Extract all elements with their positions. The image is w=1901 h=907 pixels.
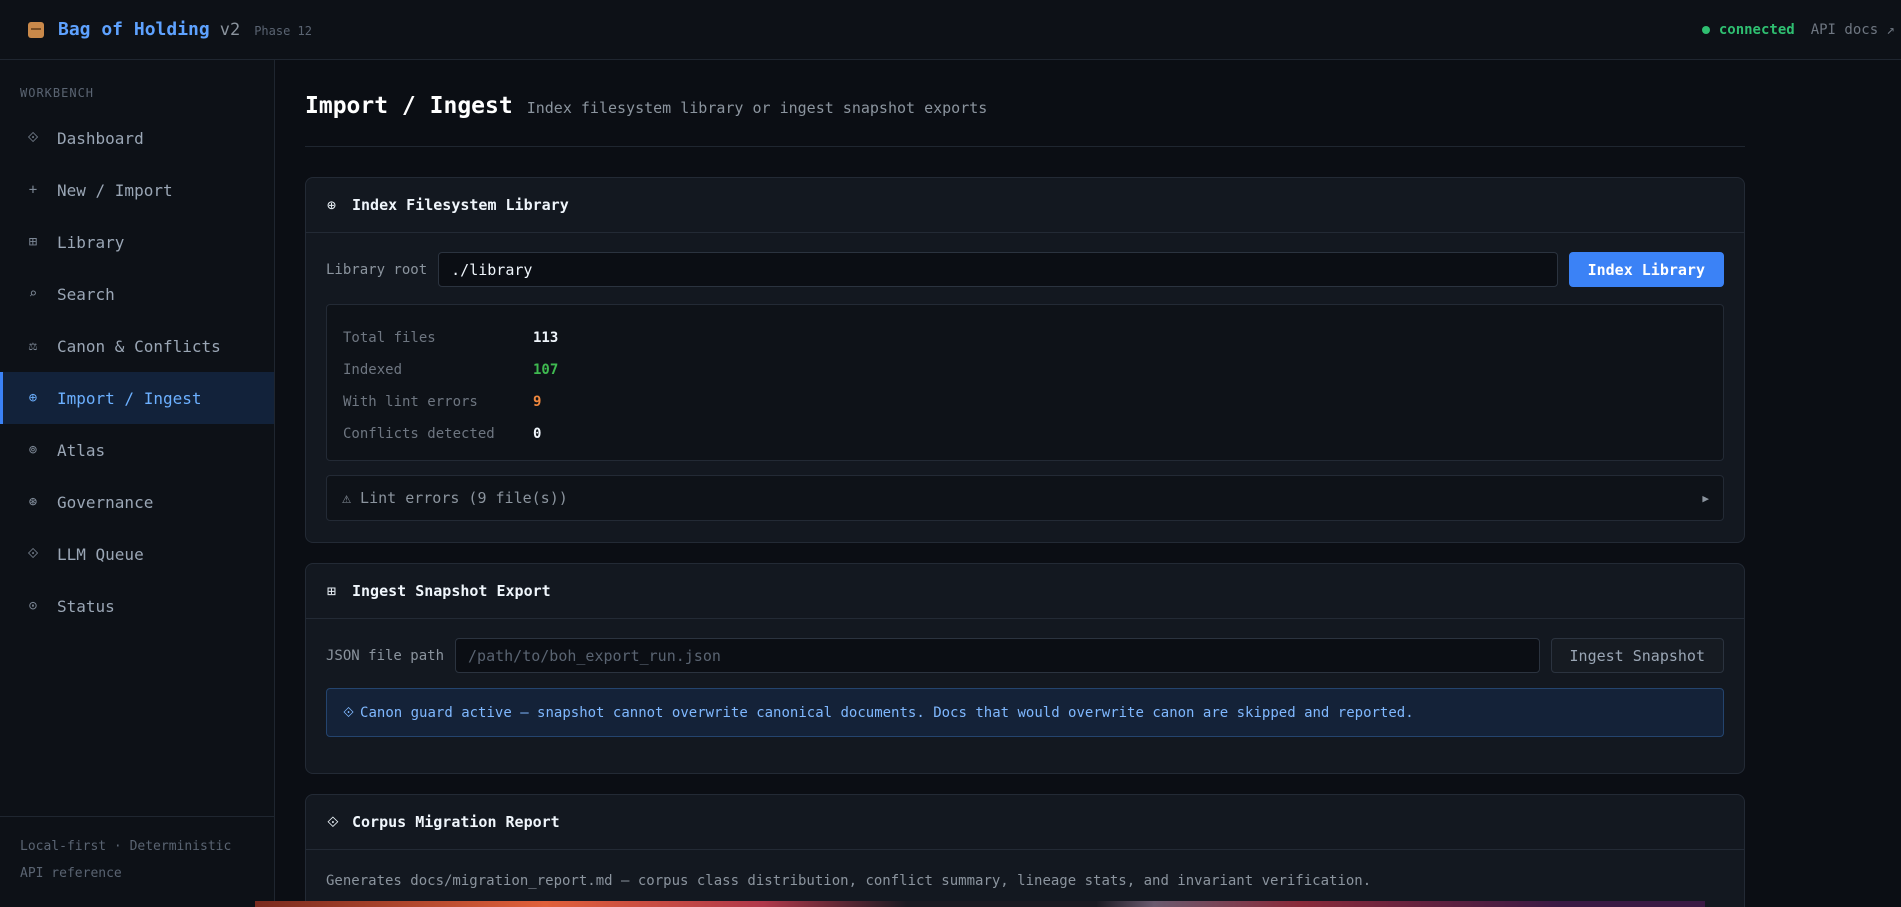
- sidebar-item-label: LLM Queue: [57, 544, 144, 564]
- status-dot-icon: [1701, 26, 1710, 34]
- index-library-card: ⊕ Index Filesystem Library Library root …: [305, 177, 1745, 543]
- sidebar-item-label: Atlas: [57, 440, 106, 460]
- stat-value: 9: [533, 394, 542, 410]
- package-icon: [28, 21, 44, 38]
- status-icon: ⊙: [28, 598, 38, 614]
- diamond-icon: ⟐: [27, 130, 39, 146]
- sidebar-item-canon-conflicts[interactable]: ⚖ Canon & Conflicts: [0, 320, 274, 372]
- stat-label: Total files: [343, 330, 436, 346]
- background-image-strip: [255, 901, 1705, 907]
- sidebar-item-label: Status: [57, 596, 115, 616]
- index-stats: Total files 113 Indexed 107 With lint er…: [326, 304, 1724, 461]
- ingest-snapshot-button[interactable]: Ingest Snapshot: [1550, 638, 1724, 673]
- brand-version: v2: [219, 19, 241, 40]
- sidebar-item-library[interactable]: ⊞ Library: [0, 216, 274, 268]
- stat-row: Total files 113: [327, 322, 1723, 354]
- diamond-icon: ⟐: [343, 704, 355, 721]
- stat-row: With lint errors 9: [327, 386, 1723, 418]
- brand-name: Bag of Holding: [58, 19, 210, 40]
- index-library-button[interactable]: Index Library: [1568, 252, 1724, 287]
- brand[interactable]: Bag of Holding v2 Phase 12: [28, 19, 312, 40]
- page-subtitle: Index filesystem library or ingest snaps…: [526, 99, 988, 117]
- sidebar-item-atlas[interactable]: ⊚ Atlas: [0, 424, 274, 476]
- sidebar-item-label: Library: [57, 232, 125, 252]
- sidebar-item-search[interactable]: ⌕ Search: [0, 268, 274, 320]
- json-path-input[interactable]: [455, 638, 1540, 673]
- grid-icon: ⊞: [28, 234, 38, 250]
- card-title: Ingest Snapshot Export: [352, 582, 551, 600]
- sidebar-item-label: Canon & Conflicts: [57, 336, 221, 356]
- connection-status: connected: [1718, 22, 1795, 38]
- sidebar-item-label: Import / Ingest: [57, 388, 202, 408]
- sidebar: WORKBENCH ⟐ Dashboard + New / Import ⊞ L…: [0, 60, 275, 907]
- library-root-row: Library root Index Library: [326, 252, 1724, 287]
- sidebar-item-label: Search: [57, 284, 115, 304]
- footer-tagline: Local-first · Deterministic: [20, 839, 232, 854]
- topbar-right: connected API docs ↗: [1701, 0, 1895, 60]
- top-bar: Bag of Holding v2 Phase 12 connected API…: [0, 0, 1901, 60]
- sidebar-item-dashboard[interactable]: ⟐ Dashboard: [0, 112, 274, 164]
- sidebar-item-governance[interactable]: ⊛ Governance: [0, 476, 274, 528]
- card-header: ⊕ Index Filesystem Library: [306, 178, 1744, 233]
- scales-icon: ⚖: [28, 338, 38, 354]
- stat-value: 107: [533, 362, 559, 378]
- stat-row: Indexed 107: [327, 354, 1723, 386]
- phase-badge: Phase 12: [254, 24, 312, 38]
- table-icon: ⊞: [327, 582, 337, 600]
- globe-icon: ⊕: [327, 196, 337, 214]
- ingest-snapshot-card: ⊞ Ingest Snapshot Export JSON file path …: [305, 563, 1745, 774]
- library-root-input[interactable]: [438, 252, 1558, 287]
- api-docs-link[interactable]: API docs ↗: [1811, 22, 1895, 38]
- lint-errors-toggle[interactable]: ⚠ Lint errors (9 file(s)) ▶: [326, 475, 1724, 521]
- lint-errors-summary: ⚠ Lint errors (9 file(s)): [342, 489, 568, 507]
- sidebar-item-label: New / Import: [57, 180, 173, 200]
- stat-label: Indexed: [343, 362, 403, 378]
- notice-text: Canon guard active — snapshot cannot ove…: [360, 704, 1414, 721]
- target-icon: ⊚: [28, 442, 38, 458]
- sidebar-nav: ⟐ Dashboard + New / Import ⊞ Library ⌕ S…: [0, 112, 274, 632]
- sidebar-item-llm-queue[interactable]: ⟐ LLM Queue: [0, 528, 274, 580]
- stat-value: 0: [533, 426, 542, 442]
- search-icon: ⌕: [28, 286, 38, 302]
- page-header: Import / Ingest Index filesystem library…: [305, 93, 1745, 147]
- shield-icon: ⊛: [28, 494, 38, 510]
- library-root-label: Library root: [326, 261, 428, 278]
- sidebar-item-import-ingest[interactable]: ⊕ Import / Ingest: [0, 372, 274, 424]
- card-header: ⟐ Corpus Migration Report: [306, 795, 1744, 850]
- stat-value: 113: [533, 330, 559, 346]
- globe-icon: ⊕: [28, 390, 38, 406]
- stat-label: Conflicts detected: [343, 426, 495, 442]
- plus-icon: +: [28, 182, 38, 198]
- card-title: Corpus Migration Report: [352, 813, 560, 831]
- json-path-row: JSON file path Ingest Snapshot: [326, 638, 1724, 673]
- migration-report-card: ⟐ Corpus Migration Report Generates docs…: [305, 794, 1745, 907]
- migration-description: Generates docs/migration_report.md — cor…: [326, 873, 1372, 889]
- sidebar-item-new-import[interactable]: + New / Import: [0, 164, 274, 216]
- diamond-icon: ⟐: [327, 813, 339, 831]
- card-header: ⊞ Ingest Snapshot Export: [306, 564, 1744, 619]
- sidebar-footer: Local-first · Deterministic API referenc…: [0, 816, 275, 907]
- stat-row: Conflicts detected 0: [327, 418, 1723, 450]
- page-title: Import / Ingest: [305, 93, 513, 119]
- main-content: Import / Ingest Index filesystem library…: [305, 60, 1745, 907]
- json-path-label: JSON file path: [326, 647, 445, 664]
- canon-guard-notice: ⟐ Canon guard active — snapshot cannot o…: [326, 688, 1724, 737]
- sidebar-item-label: Governance: [57, 492, 154, 512]
- sidebar-item-status[interactable]: ⊙ Status: [0, 580, 274, 632]
- diamond-icon: ⟐: [27, 546, 39, 562]
- stat-label: With lint errors: [343, 394, 478, 410]
- sidebar-item-label: Dashboard: [57, 128, 144, 148]
- api-reference-link[interactable]: API reference: [20, 860, 275, 887]
- card-title: Index Filesystem Library: [352, 196, 569, 214]
- caret-right-icon: ▶: [1702, 491, 1709, 505]
- sidebar-section-label: WORKBENCH: [20, 86, 95, 100]
